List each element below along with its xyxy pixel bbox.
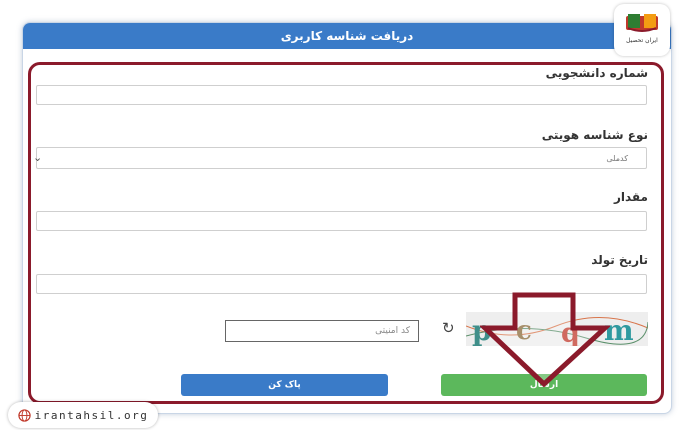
refresh-icon[interactable]: ↻ [442, 319, 455, 337]
captcha-placeholder: کد امنیتی [375, 326, 410, 336]
watermark: irantahsil.org [8, 402, 158, 428]
logo-text: ایران تحصیل [626, 37, 658, 44]
value-label: مقدار [613, 190, 648, 204]
watermark-text: irantahsil.org [34, 408, 149, 422]
clear-button[interactable]: پاک کن [181, 374, 388, 396]
arrow-down-icon [480, 292, 610, 388]
id-type-select[interactable]: کدملی [36, 147, 647, 169]
form-title: دریافت شناسه کاربری [23, 23, 671, 49]
logo: ایران تحصیل [614, 4, 670, 56]
value-input[interactable] [36, 211, 647, 231]
id-type-selected-value: کدملی [606, 153, 628, 163]
captcha-input[interactable]: کد امنیتی [225, 320, 419, 342]
birth-date-input[interactable] [36, 274, 647, 294]
birth-date-label: تاریخ تولد [591, 253, 648, 267]
student-number-label: شماره دانشجویی [545, 66, 648, 80]
chevron-down-icon[interactable]: ⌄ [33, 151, 42, 164]
book-logo-icon [626, 14, 658, 32]
id-type-label: نوع شناسه هویتی [541, 128, 648, 142]
globe-icon [17, 408, 31, 422]
student-number-input[interactable] [36, 85, 647, 105]
